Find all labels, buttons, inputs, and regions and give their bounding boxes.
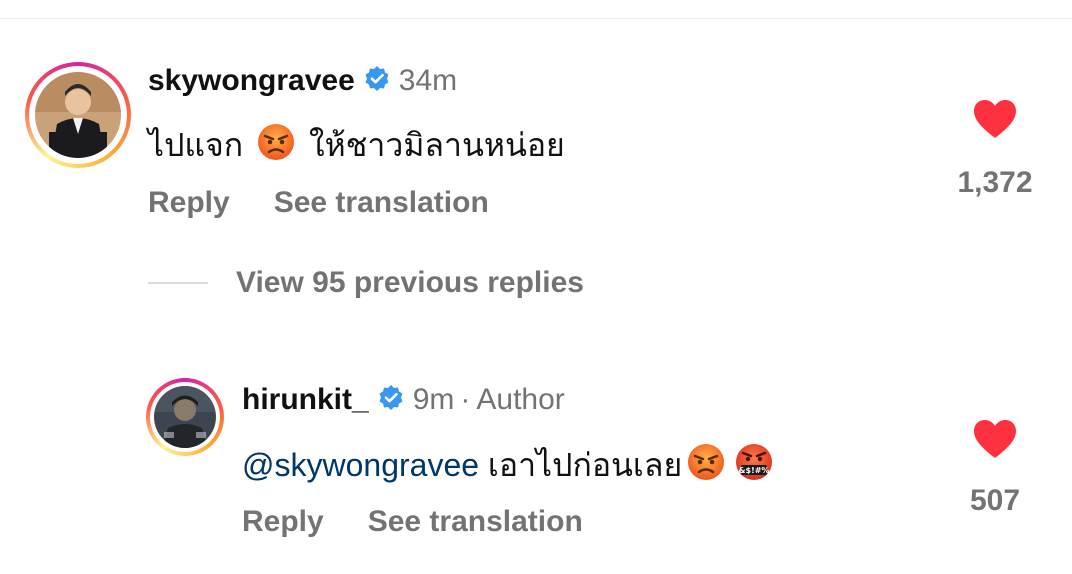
- avatar: [35, 72, 121, 158]
- view-replies-label[interactable]: View 95 previous replies: [236, 266, 584, 299]
- view-previous-replies[interactable]: View 95 previous replies: [148, 266, 584, 300]
- angry-face-emoji: [686, 442, 726, 490]
- separator: ·: [460, 383, 471, 416]
- like-count: 507: [969, 484, 1021, 517]
- verified-badge-icon: [363, 65, 391, 101]
- thread-line: [148, 282, 208, 284]
- cursing-symbols: &$!#%: [739, 466, 770, 475]
- see-translation-button[interactable]: See translation: [368, 505, 583, 538]
- timestamp: 9m: [412, 383, 455, 416]
- mention-link[interactable]: @skywongravee: [242, 447, 479, 483]
- comment-text: เอาไปก่อนเลย: [487, 447, 683, 483]
- reply-button[interactable]: Reply: [148, 186, 230, 219]
- angry-face-emoji: [256, 122, 296, 170]
- timestamp: 34m: [398, 64, 458, 97]
- avatar-story-ring[interactable]: [146, 378, 224, 456]
- author-label: Author: [476, 383, 565, 416]
- reply-button[interactable]: Reply: [242, 505, 324, 538]
- comment-text-part1: ไปแจก: [148, 127, 244, 163]
- comment-text-part2: ให้ชาวมิลานหน่อย: [308, 127, 565, 163]
- avatar: [154, 386, 216, 448]
- heart-icon[interactable]: [972, 98, 1018, 145]
- heart-icon[interactable]: [972, 418, 1018, 465]
- username[interactable]: skywongravee: [148, 64, 355, 97]
- top-divider: [0, 18, 1072, 19]
- username[interactable]: hirunkit_: [242, 383, 369, 416]
- verified-badge-icon: [377, 384, 405, 420]
- like-count: 1,372: [957, 166, 1033, 199]
- cursing-face-emoji: &$!#%: [734, 442, 774, 490]
- avatar-story-ring[interactable]: [25, 62, 131, 168]
- see-translation-button[interactable]: See translation: [274, 186, 489, 219]
